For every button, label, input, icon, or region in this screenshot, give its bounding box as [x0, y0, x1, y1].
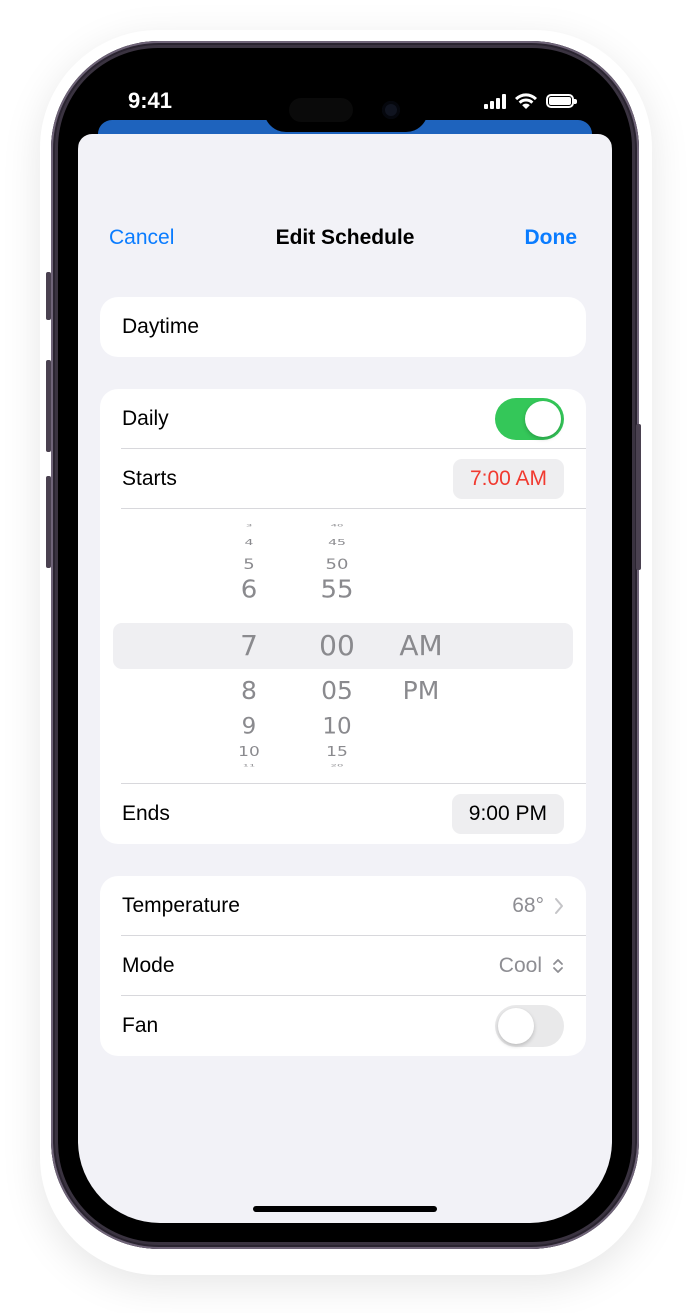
chevron-up-down-icon: [553, 959, 563, 973]
volume-up-button: [46, 360, 51, 452]
cellular-signal-icon: [484, 93, 506, 109]
time-picker[interactable]: 3 4 5 6 7 8 9 10 11 40 45 50 55 00 05 10 15 20 AM PM: [100, 509, 586, 784]
picker-hour-4: 4: [244, 538, 254, 548]
done-button[interactable]: Done: [525, 226, 578, 250]
mode-row[interactable]: Mode Cool: [100, 936, 586, 996]
picker-minute-50: 50: [325, 556, 349, 573]
volume-down-button: [46, 476, 51, 568]
chevron-right-icon: [555, 898, 563, 914]
temperature-label: Temperature: [122, 894, 240, 917]
picker-minute-05: 05: [321, 675, 353, 705]
temperature-row[interactable]: Temperature 68°: [100, 876, 586, 936]
front-camera: [382, 101, 400, 119]
picker-minute-45: 45: [328, 538, 346, 548]
schedule-group: Daily Starts 7:00 AM 3 4 5 6 7 8 9 10 11 40 45 50 55…: [100, 389, 586, 844]
picker-minute-55: 55: [320, 575, 354, 605]
dynamic-island: [264, 88, 428, 132]
power-button: [636, 424, 641, 570]
fan-row: Fan: [100, 996, 586, 1056]
picker-hour-10: 10: [238, 743, 260, 760]
picker-minute-40: 40: [330, 523, 344, 528]
status-icons: [484, 92, 577, 110]
name-group: Daytime: [100, 297, 586, 357]
daily-toggle[interactable]: [495, 398, 564, 440]
fan-toggle[interactable]: [495, 1005, 564, 1047]
ends-time-button[interactable]: 9:00 PM: [451, 794, 564, 834]
picker-minute-15: 15: [326, 743, 348, 760]
temperature-value-wrap: 68°: [512, 894, 564, 918]
picker-minute-10: 10: [322, 714, 352, 739]
picker-period-pm: PM: [402, 675, 440, 705]
picker-hour-5: 5: [243, 556, 255, 573]
picker-hour-7: 7: [240, 629, 258, 662]
starts-row: Starts 7:00 AM: [100, 449, 586, 509]
starts-time-button[interactable]: 7:00 AM: [452, 459, 564, 499]
daily-label: Daily: [122, 407, 169, 430]
picker-hour-3: 3: [245, 523, 253, 528]
wifi-icon: [515, 93, 537, 109]
toggle-knob: [498, 1008, 534, 1044]
island-sensor: [289, 98, 353, 122]
mode-value: Cool: [498, 954, 542, 977]
daily-row: Daily: [100, 389, 586, 449]
action-button: [46, 272, 51, 320]
status-time: 9:41: [128, 88, 173, 113]
picker-hour-11: 11: [242, 763, 256, 768]
mode-label: Mode: [122, 954, 175, 977]
picker-period-am: AM: [399, 629, 443, 662]
edit-schedule-sheet: Cancel Edit Schedule Done Daytime Daily …: [78, 134, 612, 1223]
picker-minute-20: 20: [330, 763, 344, 768]
picker-minute-00: 00: [319, 629, 355, 662]
temperature-value: 68°: [512, 894, 544, 917]
starts-label: Starts: [122, 467, 177, 490]
schedule-name-value: Daytime: [122, 315, 200, 338]
ends-label: Ends: [122, 802, 170, 825]
picker-hour-6: 6: [240, 575, 258, 605]
picker-hour-8: 8: [241, 675, 257, 705]
home-indicator: [253, 1206, 437, 1212]
settings-group: Temperature 68° Mode Cool Fan: [100, 876, 586, 1056]
screen: 9:41 Cancel Edit Schedule Done Daytime D…: [78, 68, 612, 1223]
battery-icon: [546, 94, 577, 108]
schedule-name-field[interactable]: Daytime: [100, 297, 586, 357]
ends-row: Ends 9:00 PM: [100, 784, 586, 844]
fan-label: Fan: [122, 1014, 159, 1037]
picker-hour-9: 9: [241, 714, 257, 739]
toggle-knob: [525, 401, 561, 437]
mode-value-wrap: Cool: [499, 954, 564, 978]
